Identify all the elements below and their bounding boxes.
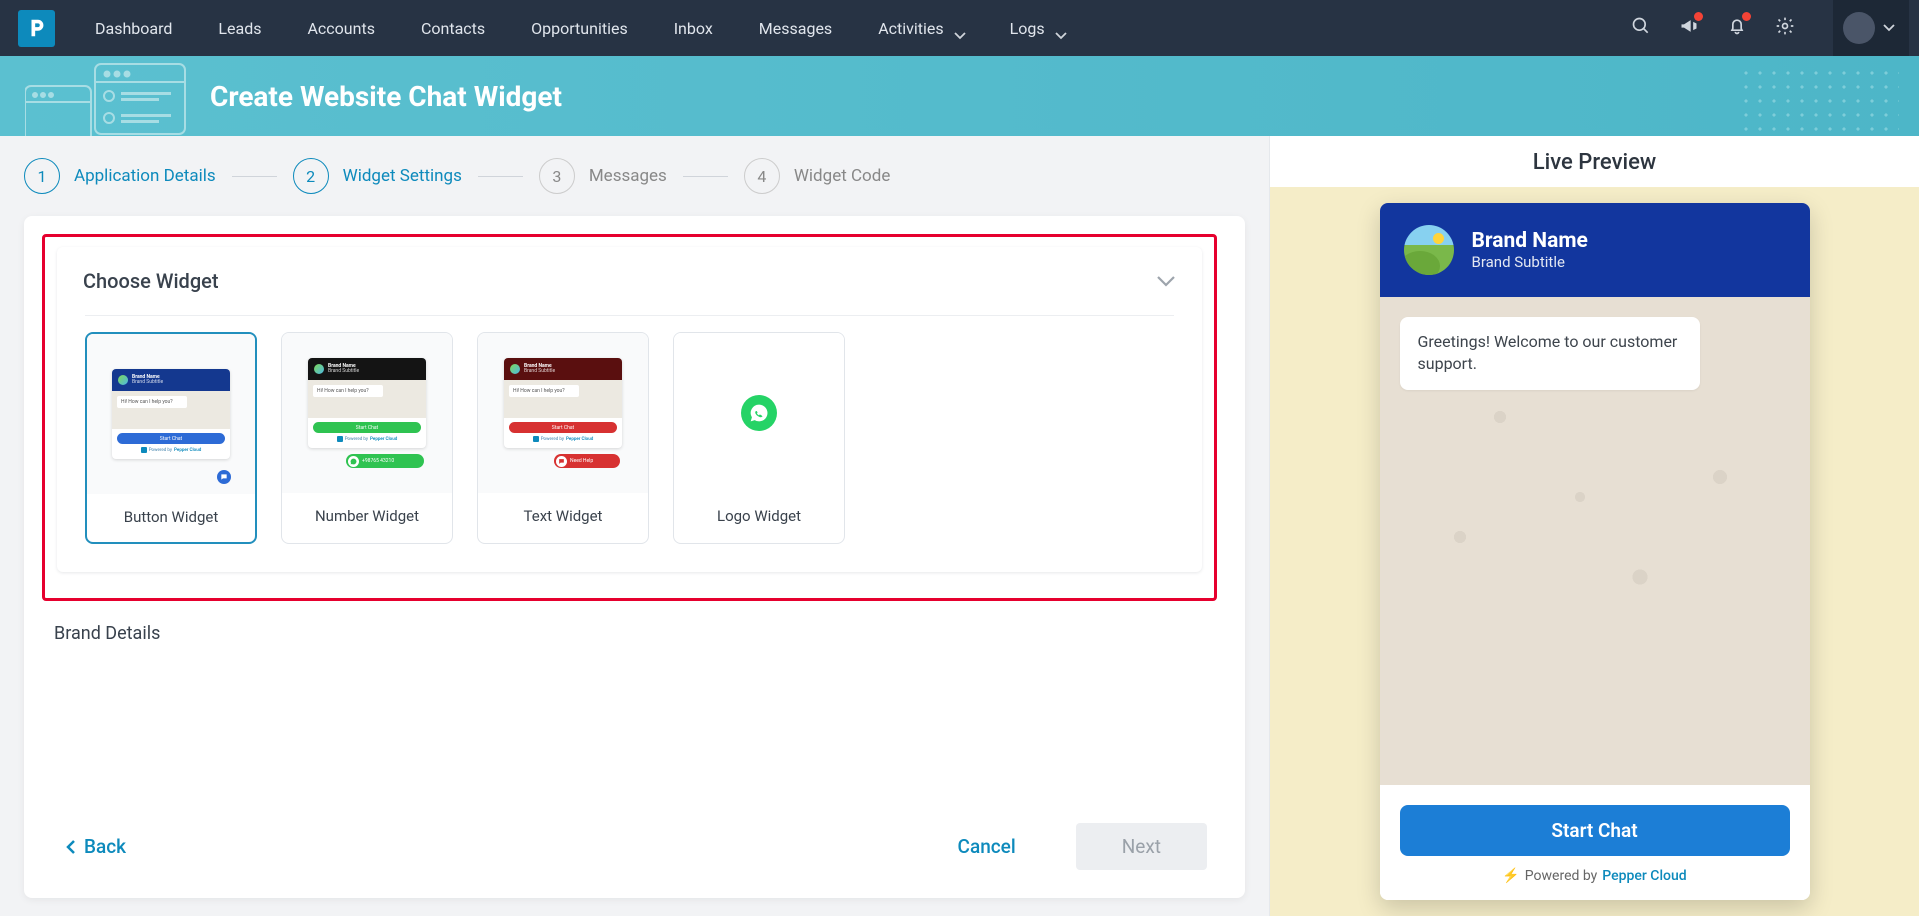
nav-opportunities[interactable]: Opportunities (531, 19, 628, 38)
step-label: Application Details (74, 166, 216, 186)
preview-panel: Live Preview Brand Name Brand Subtitle G… (1269, 136, 1919, 916)
step-number: 3 (539, 158, 575, 194)
greeting-bubble: Greetings! Welcome to our customer suppo… (1400, 317, 1700, 390)
choose-widget-section: Choose Widget (57, 247, 1202, 572)
section-header[interactable]: Choose Widget (57, 247, 1202, 315)
powered-link[interactable]: Pepper Cloud (1602, 868, 1686, 884)
start-chat-button[interactable]: Start Chat (1400, 805, 1790, 856)
stepper: 1 Application Details 2 Widget Settings … (0, 136, 1269, 216)
chevron-down-icon (1156, 272, 1176, 291)
cancel-button[interactable]: Cancel (958, 835, 1016, 858)
widget-option-number[interactable]: Brand NameBrand Subtitle Hi! How can I h… (281, 332, 453, 544)
chat-body: Greetings! Welcome to our customer suppo… (1380, 297, 1810, 785)
whatsapp-icon (348, 456, 359, 467)
powered-by: ⚡ Powered by Pepper Cloud (1400, 868, 1790, 884)
chat-bubble-icon (217, 470, 231, 484)
step-number: 2 (293, 158, 329, 194)
main-panel: 1 Application Details 2 Widget Settings … (0, 136, 1269, 916)
next-button[interactable]: Next (1076, 823, 1207, 870)
step-label: Widget Code (794, 166, 891, 186)
notification-badge (1694, 12, 1703, 21)
widget-thumb: Brand NameBrand Subtitle Hi! How can I h… (478, 333, 648, 493)
brand-avatar (1404, 225, 1454, 275)
app-logo[interactable] (18, 10, 55, 47)
chevron-down-icon (1055, 25, 1065, 31)
widget-option-text[interactable]: Brand NameBrand Subtitle Hi! How can I h… (477, 332, 649, 544)
user-menu[interactable] (1833, 0, 1909, 56)
user-avatar (1843, 12, 1875, 44)
step-connector (683, 176, 728, 177)
search-icon[interactable] (1631, 16, 1651, 40)
chevron-down-icon (1883, 24, 1895, 32)
chat-footer: Start Chat ⚡ Powered by Pepper Cloud (1380, 785, 1810, 900)
card-footer: Back Cancel Next (42, 799, 1227, 876)
bolt-icon: ⚡ (1502, 868, 1519, 884)
chevron-left-icon (66, 839, 76, 855)
page-title: Create Website Chat Widget (210, 80, 562, 113)
widget-grid: Brand NameBrand Subtitle Hi! How can I h… (57, 316, 1202, 572)
step-number: 4 (744, 158, 780, 194)
chat-icon (556, 456, 567, 467)
page-banner: Create Website Chat Widget (0, 56, 1919, 136)
preview-title: Live Preview (1270, 136, 1919, 187)
widget-thumb: Brand NameBrand Subtitle Hi! How can I h… (87, 334, 255, 494)
nav-dashboard[interactable]: Dashboard (95, 19, 172, 38)
widget-name: Logo Widget (674, 493, 844, 541)
nav-contacts[interactable]: Contacts (421, 19, 485, 38)
step-4[interactable]: 4 Widget Code (744, 158, 891, 194)
step-number: 1 (24, 158, 60, 194)
step-2[interactable]: 2 Widget Settings (293, 158, 462, 194)
widget-option-button[interactable]: Brand NameBrand Subtitle Hi! How can I h… (85, 332, 257, 544)
nav-logs[interactable]: Logs (1010, 19, 1065, 38)
banner-decoration (25, 62, 195, 136)
widget-name: Text Widget (478, 493, 648, 541)
widget-name: Number Widget (282, 493, 452, 541)
step-connector (478, 176, 523, 177)
widget-thumb (674, 333, 844, 493)
section-title: Choose Widget (83, 269, 219, 293)
step-connector (232, 176, 277, 177)
whatsapp-icon (741, 395, 777, 431)
widget-option-logo[interactable]: Logo Widget (673, 332, 845, 544)
bell-icon[interactable] (1727, 16, 1747, 40)
highlight-box: Choose Widget (42, 234, 1217, 601)
banner-dots (1739, 66, 1899, 136)
nav-right (1631, 0, 1909, 56)
top-nav: Dashboard Leads Accounts Contacts Opport… (0, 0, 1919, 56)
nav-items: Dashboard Leads Accounts Contacts Opport… (95, 19, 1631, 38)
nav-activities-label: Activities (878, 19, 943, 38)
notification-badge (1742, 12, 1751, 21)
chat-window: Brand Name Brand Subtitle Greetings! Wel… (1380, 203, 1810, 900)
widget-name: Button Widget (87, 494, 255, 542)
nav-messages[interactable]: Messages (759, 19, 832, 38)
next-section-title: Brand Details (42, 601, 1217, 644)
chevron-down-icon (954, 25, 964, 31)
step-label: Messages (589, 166, 667, 186)
step-1[interactable]: 1 Application Details (24, 158, 216, 194)
brand-subtitle: Brand Subtitle (1472, 253, 1588, 271)
main-card: Choose Widget (24, 216, 1245, 898)
gear-icon[interactable] (1775, 16, 1795, 40)
nav-inbox[interactable]: Inbox (674, 19, 713, 38)
powered-text: Powered by (1525, 868, 1598, 884)
nav-leads[interactable]: Leads (218, 19, 261, 38)
step-label: Widget Settings (343, 166, 462, 186)
widget-thumb: Brand NameBrand Subtitle Hi! How can I h… (282, 333, 452, 493)
chat-header: Brand Name Brand Subtitle (1380, 203, 1810, 297)
announce-icon[interactable] (1679, 16, 1699, 40)
brand-name: Brand Name (1472, 229, 1588, 253)
nav-logs-label: Logs (1010, 19, 1045, 38)
scroll-area[interactable]: Choose Widget (42, 234, 1227, 799)
step-3[interactable]: 3 Messages (539, 158, 667, 194)
nav-accounts[interactable]: Accounts (307, 19, 374, 38)
back-label: Back (84, 835, 126, 858)
nav-activities[interactable]: Activities (878, 19, 963, 38)
preview-body: Brand Name Brand Subtitle Greetings! Wel… (1270, 187, 1919, 916)
back-button[interactable]: Back (66, 835, 126, 858)
